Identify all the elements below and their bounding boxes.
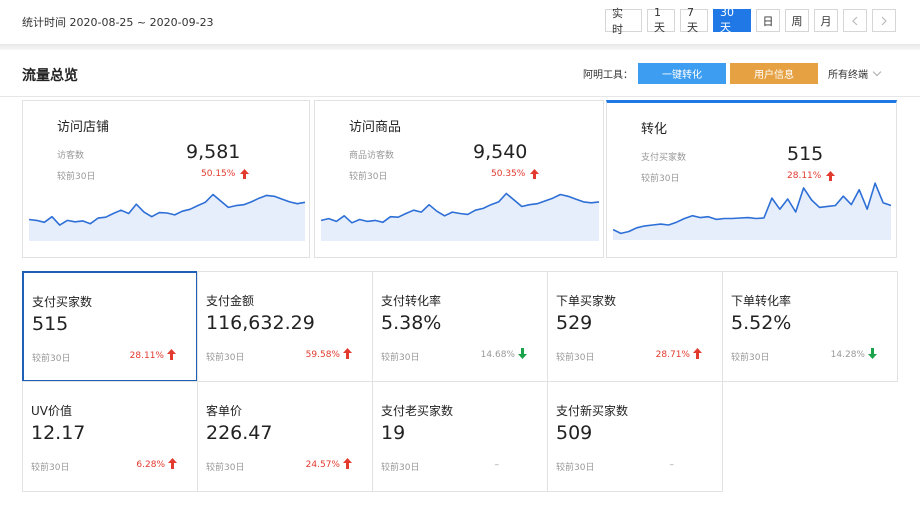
arrow-up-icon xyxy=(167,349,176,360)
metric-card-order-conversion[interactable]: 下单转化率 5.52% 较前30日 14.28% xyxy=(722,271,898,382)
metric-card-pay-old-buyers[interactable]: 支付老买家数 19 较前30日 – xyxy=(372,381,548,492)
range-7day-button[interactable]: 7天 xyxy=(680,6,708,34)
prev-arrow-icon[interactable] xyxy=(843,9,867,32)
panel-title: 访问商品 xyxy=(349,120,402,135)
metric-card-avg-order-value[interactable]: 客单价 226.47 较前30日 24.57% xyxy=(197,381,373,492)
panel-title: 转化 xyxy=(641,122,668,137)
metric-compare-label: 较前30日 xyxy=(206,353,245,363)
range-day-button[interactable]: 日 xyxy=(756,9,780,32)
metric-pct: – xyxy=(669,460,675,470)
metric-compare-label: 较前30日 xyxy=(206,463,245,473)
metric-card-order-buyers[interactable]: 下单买家数 529 较前30日 28.71% xyxy=(547,271,723,382)
user-info-button[interactable]: 用户信息 xyxy=(730,63,818,84)
metric-compare-label: 较前30日 xyxy=(31,463,70,473)
metric-compare-label: 较前30日 xyxy=(731,353,770,363)
metric-pct: 59.58% xyxy=(305,350,340,360)
arrow-up-icon xyxy=(343,348,352,359)
range-week-button[interactable]: 周 xyxy=(785,9,809,32)
panel-product-visits[interactable]: 访问商品 商品访客数 9,540 较前30日 50.35% xyxy=(314,100,604,258)
arrow-up-icon xyxy=(168,458,177,469)
range-month-button[interactable]: 月 xyxy=(814,9,838,32)
arrow-up-icon xyxy=(693,348,702,359)
section-divider xyxy=(0,96,920,97)
panel-conversion[interactable]: 转化 支付买家数 515 较前30日 28.11% xyxy=(606,100,897,258)
metric-value: 116,632.29 xyxy=(206,312,315,334)
metric-pct: 14.28% xyxy=(830,350,865,360)
tools-label: 阿明工具： xyxy=(583,70,633,81)
metric-label: UV价值 xyxy=(31,404,72,418)
metric-compare-label: 较前30日 xyxy=(556,463,595,473)
terminal-select-label: 所有终端 xyxy=(828,70,868,81)
panel-store-visits[interactable]: 访问店铺 访客数 9,581 较前30日 50.15% xyxy=(22,100,310,258)
range-realtime-button[interactable]: 实 时 xyxy=(605,7,642,36)
metric-value: 529 xyxy=(556,312,593,334)
metric-pct: 24.57% xyxy=(305,460,340,470)
panel-value: 9,581 xyxy=(186,141,241,163)
metric-pct: 28.71% xyxy=(655,350,690,360)
sparkline-area xyxy=(613,183,891,240)
metric-card-uv-value[interactable]: UV价值 12.17 较前30日 6.28% xyxy=(22,381,198,492)
metric-value: 226.47 xyxy=(206,422,273,444)
metric-value: 5.38% xyxy=(381,312,442,334)
sparkline-area xyxy=(29,194,305,241)
metric-label: 支付转化率 xyxy=(381,294,442,308)
metric-pct: 14.68% xyxy=(480,350,515,360)
metric-label: 支付买家数 xyxy=(32,295,93,309)
convert-button[interactable]: 一键转化 xyxy=(638,63,726,84)
top-bar: 统计时间 2020-08-25 ~ 2020-09-23 实 时 1天 7天 3… xyxy=(0,0,920,44)
metric-card-pay-conversion[interactable]: 支付转化率 5.38% 较前30日 14.68% xyxy=(372,271,548,382)
terminal-select[interactable]: 所有终端 xyxy=(828,66,882,81)
header-shadow xyxy=(0,44,920,50)
range-selector: 实 时 1天 7天 30天 日 周 月 xyxy=(605,6,896,36)
range-30day-button[interactable]: 30天 xyxy=(713,6,751,34)
sparkline-chart xyxy=(613,182,891,240)
metric-value: 5.52% xyxy=(731,312,792,334)
metric-label: 支付金额 xyxy=(206,294,255,308)
metric-card-pay-buyers[interactable]: 支付买家数 515 较前30日 28.11% xyxy=(22,271,198,382)
panel-metric-label: 访客数 xyxy=(57,151,85,161)
metric-compare-label: 较前30日 xyxy=(556,353,595,363)
metric-compare-label: 较前30日 xyxy=(381,353,420,363)
metric-label: 下单买家数 xyxy=(556,294,617,308)
sparkline-area xyxy=(321,193,599,241)
chevron-down-icon xyxy=(872,67,882,77)
section-title: 流量总览 xyxy=(22,68,78,84)
metric-pct: 28.11% xyxy=(129,351,164,361)
metric-label: 客单价 xyxy=(206,404,243,418)
panel-metric-label: 支付买家数 xyxy=(641,153,687,163)
metric-card-pay-amount[interactable]: 支付金额 116,632.29 较前30日 59.58% xyxy=(197,271,373,382)
metric-pct: – xyxy=(494,460,500,470)
panel-metric-label: 商品访客数 xyxy=(349,151,395,161)
arrow-down-icon xyxy=(518,348,527,359)
date-range-label: 统计时间 2020-08-25 ~ 2020-09-23 xyxy=(22,16,214,29)
metric-compare-label: 较前30日 xyxy=(32,354,71,364)
metric-pct: 6.28% xyxy=(136,460,165,470)
metric-label: 下单转化率 xyxy=(731,294,792,308)
range-1day-button[interactable]: 1天 xyxy=(647,6,675,34)
panel-value: 515 xyxy=(787,143,824,165)
next-arrow-icon[interactable] xyxy=(872,9,896,32)
metric-card-pay-new-buyers[interactable]: 支付新买家数 509 较前30日 – xyxy=(547,381,723,492)
sparkline-chart xyxy=(321,192,599,241)
metric-compare-label: 较前30日 xyxy=(381,463,420,473)
metric-label: 支付新买家数 xyxy=(556,404,629,418)
panel-title: 访问店铺 xyxy=(57,120,110,135)
arrow-up-icon xyxy=(343,458,352,469)
metric-value: 12.17 xyxy=(31,422,86,444)
metric-value: 509 xyxy=(556,422,593,444)
arrow-down-icon xyxy=(868,348,877,359)
panel-value: 9,540 xyxy=(473,141,528,163)
metric-value: 19 xyxy=(381,422,406,444)
sparkline-chart xyxy=(29,193,305,241)
metric-label: 支付老买家数 xyxy=(381,404,454,418)
metric-value: 515 xyxy=(32,313,69,335)
